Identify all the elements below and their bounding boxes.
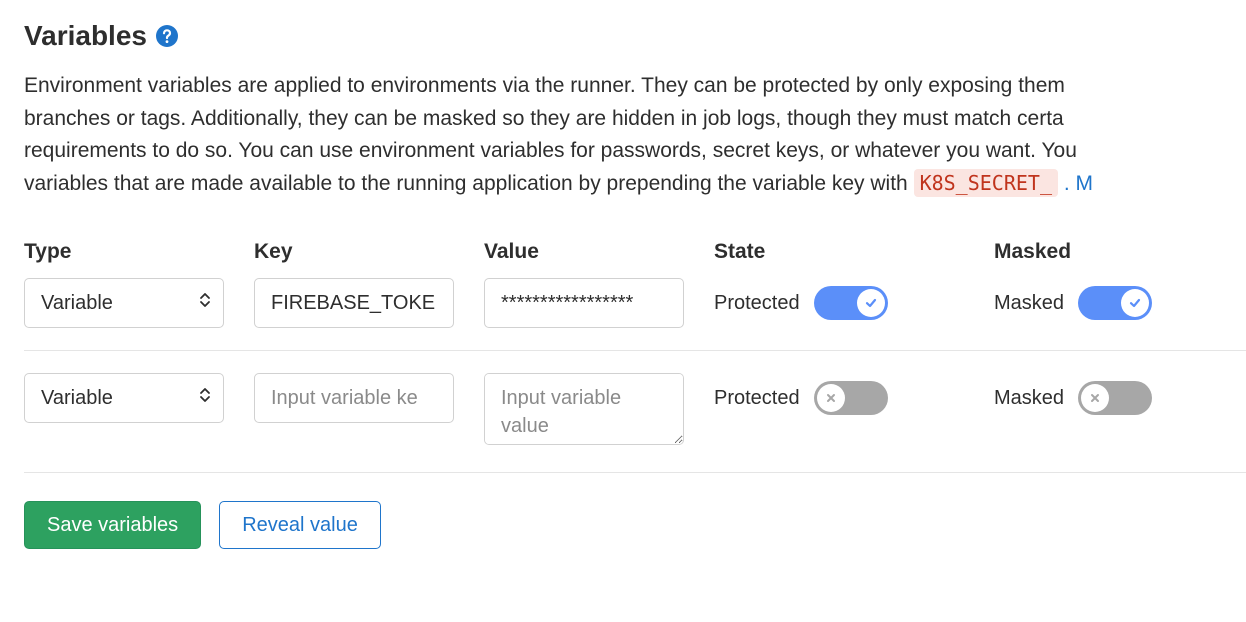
column-header-key: Key — [254, 240, 484, 264]
type-select[interactable]: Variable — [24, 373, 224, 423]
value-input[interactable] — [484, 278, 684, 328]
chevron-up-down-icon — [199, 386, 211, 410]
masked-toggle[interactable] — [1078, 381, 1152, 415]
type-select[interactable]: Variable — [24, 278, 224, 328]
description-text: branches or tags. Additionally, they can… — [24, 107, 1064, 130]
key-input[interactable] — [254, 278, 454, 328]
column-header-state: State — [714, 240, 994, 264]
check-icon — [1128, 296, 1142, 310]
save-variables-button[interactable]: Save variables — [24, 501, 201, 549]
close-icon — [1089, 392, 1101, 404]
check-icon — [864, 296, 878, 310]
type-select-value: Variable — [41, 387, 113, 410]
column-header-value: Value — [484, 240, 714, 264]
chevron-up-down-icon — [199, 291, 211, 315]
variable-row: Variable Protected — [24, 278, 1246, 351]
protected-toggle[interactable] — [814, 286, 888, 320]
column-header-type: Type — [24, 240, 254, 264]
variable-row: Variable Protected — [24, 373, 1246, 473]
variables-description: Environment variables are applied to env… — [24, 70, 1246, 200]
key-input[interactable] — [254, 373, 454, 423]
page-title: Variables — [24, 20, 147, 52]
value-textarea[interactable] — [484, 373, 684, 445]
more-info-link[interactable]: . M — [1064, 172, 1093, 195]
protected-label: Protected — [714, 292, 800, 315]
column-header-masked: Masked — [994, 240, 1216, 264]
description-text: Environment variables are applied to env… — [24, 74, 1065, 97]
type-select-value: Variable — [41, 292, 113, 315]
protected-label: Protected — [714, 387, 800, 410]
masked-label: Masked — [994, 292, 1064, 315]
help-icon[interactable] — [155, 24, 179, 48]
reveal-value-button[interactable]: Reveal value — [219, 501, 381, 549]
masked-toggle[interactable] — [1078, 286, 1152, 320]
close-icon — [825, 392, 837, 404]
description-text: requirements to do so. You can use envir… — [24, 139, 1077, 162]
masked-label: Masked — [994, 387, 1064, 410]
protected-toggle[interactable] — [814, 381, 888, 415]
k8s-secret-code: K8S_SECRET_ — [914, 169, 1058, 197]
description-text: variables that are made available to the… — [24, 172, 914, 195]
